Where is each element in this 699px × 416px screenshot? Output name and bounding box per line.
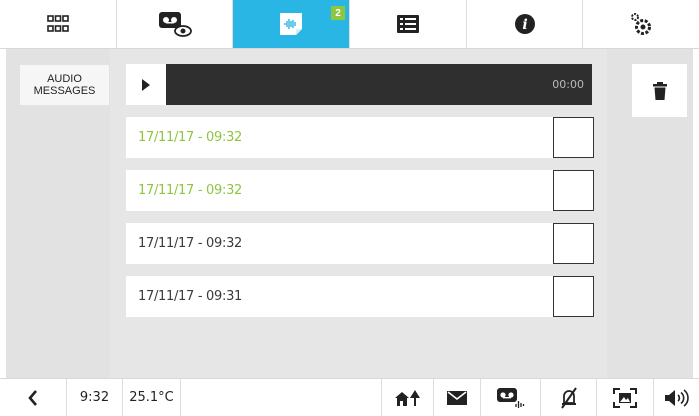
- temperature-value: 25.1°C: [129, 390, 174, 405]
- messages-list: 17/11/17 - 09:32 17/11/17 - 09:32 17/11/…: [126, 117, 594, 329]
- clock-time: 9:32: [79, 390, 110, 405]
- voicemail-icon: [496, 387, 524, 408]
- top-tab-bar: 2 i: [0, 0, 699, 49]
- trash-icon: [652, 81, 667, 100]
- tab-settings[interactable]: [583, 0, 699, 48]
- svg-text:i: i: [522, 17, 527, 33]
- grid-icon: [47, 15, 69, 32]
- playback-time: 00:00: [552, 78, 584, 91]
- play-icon: [142, 78, 150, 91]
- settings-gears-icon: [631, 13, 652, 35]
- scan-status-button[interactable]: [597, 378, 654, 416]
- speaker-icon: [664, 388, 689, 407]
- message-row[interactable]: 17/11/17 - 09:32: [126, 223, 594, 264]
- home-tree-icon: [394, 389, 420, 406]
- back-button[interactable]: [0, 378, 67, 416]
- message-timestamp: 17/11/17 - 09:31: [138, 289, 243, 304]
- message-row[interactable]: 17/11/17 - 09:31: [126, 276, 594, 317]
- unread-count-badge: 2: [331, 6, 346, 20]
- message-row[interactable]: 17/11/17 - 09:32: [126, 117, 594, 158]
- tab-audio-messages[interactable]: 2: [233, 0, 351, 48]
- message-checkbox[interactable]: [553, 170, 594, 211]
- mute-status-button[interactable]: [541, 378, 597, 416]
- tab-video-messages[interactable]: [117, 0, 234, 48]
- message-timestamp: 17/11/17 - 09:32: [138, 183, 243, 198]
- tab-info[interactable]: i: [467, 0, 584, 48]
- tab-list[interactable]: [350, 0, 467, 48]
- temperature: 25.1°C: [123, 378, 181, 416]
- status-spacer: [181, 378, 382, 416]
- message-row[interactable]: 17/11/17 - 09:32: [126, 170, 594, 211]
- message-timestamp: 17/11/17 - 09:32: [138, 236, 243, 251]
- delete-button[interactable]: [632, 64, 687, 117]
- play-button[interactable]: [126, 64, 166, 105]
- right-panel: [607, 49, 693, 378]
- tab-home-grid[interactable]: [0, 0, 117, 48]
- volume-button[interactable]: [654, 379, 699, 416]
- left-panel: AUDIO MESSAGES: [6, 49, 110, 378]
- message-checkbox[interactable]: [553, 223, 594, 264]
- bottom-status-bar: 9:32 25.1°C: [0, 378, 699, 416]
- audio-player: 00:00: [126, 64, 592, 105]
- mute-bell-icon: [560, 386, 577, 409]
- envelope-icon: [447, 390, 467, 405]
- list-icon: [396, 15, 419, 33]
- message-timestamp: 17/11/17 - 09:32: [138, 130, 243, 145]
- info-icon: i: [514, 14, 535, 34]
- message-checkbox[interactable]: [553, 117, 594, 158]
- clock: 9:32: [67, 378, 123, 416]
- playback-progress-bar[interactable]: 00:00: [166, 64, 592, 105]
- message-checkbox[interactable]: [553, 276, 594, 317]
- audio-message-icon: [280, 13, 303, 35]
- chevron-left-icon: [28, 389, 37, 406]
- audio-messages-tab[interactable]: AUDIO MESSAGES: [20, 65, 109, 105]
- video-message-eye-icon: [158, 12, 192, 37]
- home-status-button[interactable]: [382, 378, 434, 416]
- main-content: AUDIO MESSAGES 00:00 17/11/17 - 09:32 17…: [6, 49, 693, 378]
- messages-status-button[interactable]: [434, 378, 481, 416]
- voicemail-status-button[interactable]: [481, 378, 541, 416]
- scan-frame-icon: [613, 387, 637, 408]
